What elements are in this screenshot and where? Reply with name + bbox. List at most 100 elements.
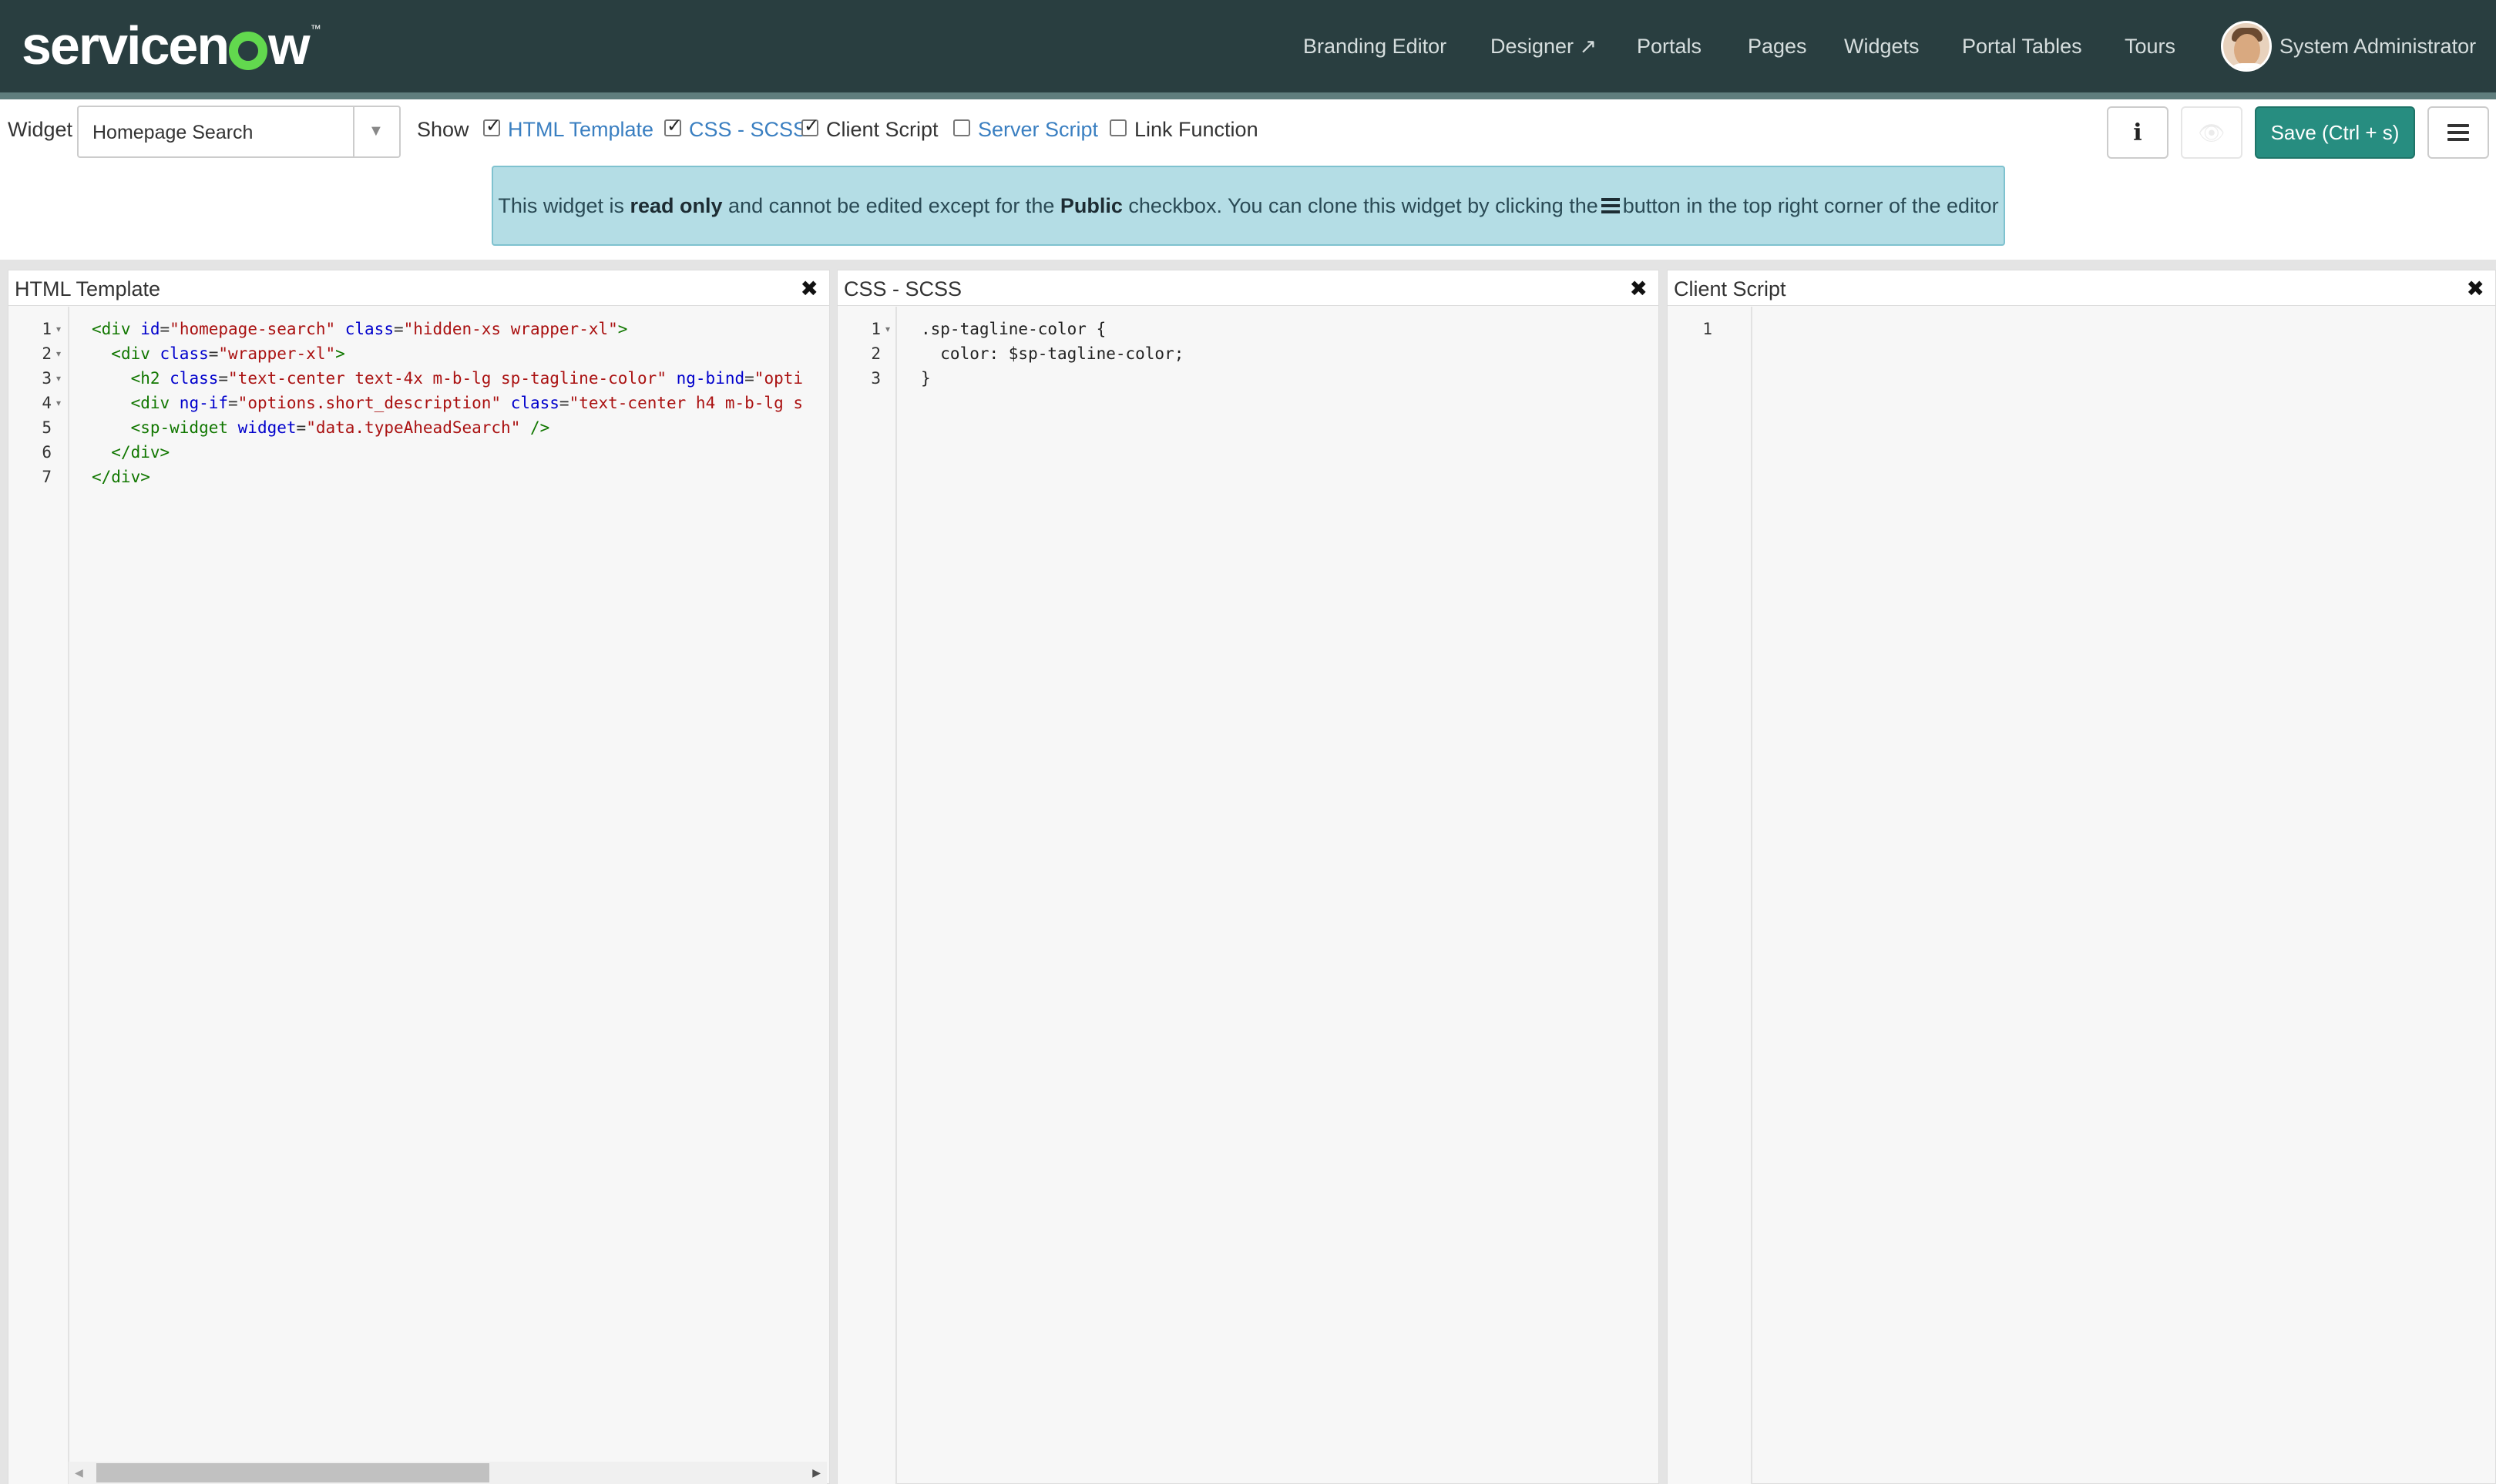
code-string: "options.short_description" bbox=[237, 394, 502, 412]
client-script-pane-title: Client Script bbox=[1674, 277, 1786, 300]
client-script-pane: Client Script ✖ 1 bbox=[1667, 270, 2496, 1484]
alert-bold-public: Public bbox=[1060, 193, 1123, 217]
checkbox-server-script[interactable] bbox=[953, 119, 970, 136]
close-icon[interactable]: ✖ bbox=[801, 275, 818, 303]
css-code-editor[interactable]: .sp-tagline-color { color: $sp-tagline-c… bbox=[921, 317, 1184, 391]
toggle-css-scss-label[interactable]: CSS - SCSS bbox=[689, 116, 807, 143]
code-string: "text-center text-4x m-b-lg sp-tagline-c… bbox=[228, 369, 667, 388]
nav-accent-stripe bbox=[0, 92, 2496, 99]
line-number: 6 bbox=[42, 443, 52, 462]
code-attr: class bbox=[335, 320, 394, 338]
line-number: 3 bbox=[871, 369, 881, 388]
code-string: "text-center h4 m-b-lg s bbox=[569, 394, 803, 412]
widget-selector[interactable]: Homepage Search ▼ bbox=[77, 106, 401, 158]
line-number: 7 bbox=[42, 468, 52, 486]
hamburger-icon bbox=[1601, 198, 1620, 213]
html-template-pane-header: HTML Template ✖ bbox=[8, 270, 829, 306]
code-line: <sp-widget widget="data.typeAheadSearch"… bbox=[92, 415, 803, 440]
html-code-editor[interactable]: <div id="homepage-search" class="hidden-… bbox=[92, 317, 803, 489]
hide-preview-button[interactable]: 👁 bbox=[2181, 106, 2242, 159]
info-button[interactable]: i bbox=[2107, 106, 2168, 159]
code-tag-close: > bbox=[335, 344, 345, 363]
read-only-alert: This widget is read only and cannot be e… bbox=[492, 166, 2005, 246]
line-number: 4 bbox=[42, 394, 52, 412]
css-scss-pane: CSS - SCSS ✖ 1 ▾ 2 3 .sp-tagline-color { co… bbox=[837, 270, 1659, 1484]
close-icon[interactable]: ✖ bbox=[1630, 275, 1648, 303]
code-string: "hidden-xs wrapper-xl" bbox=[403, 320, 618, 338]
editor-menu-button[interactable] bbox=[2427, 106, 2489, 159]
code-tag: <div bbox=[111, 344, 150, 363]
line-number: 5 bbox=[42, 418, 52, 437]
nav-branding-editor[interactable]: Branding Editor bbox=[1303, 31, 1446, 62]
alert-text-4: button in the top right corner of the ed… bbox=[1622, 193, 1999, 217]
widget-selector-value: Homepage Search bbox=[92, 122, 254, 143]
alert-text-1: This widget is bbox=[498, 193, 630, 217]
checkbox-link-function[interactable] bbox=[1110, 119, 1127, 136]
code-attr: class bbox=[160, 369, 219, 388]
code-eq: = bbox=[744, 369, 754, 388]
code-eq: = bbox=[208, 344, 219, 363]
toggle-server-script-label[interactable]: Server Script bbox=[978, 116, 1098, 143]
avatar-shirt bbox=[2226, 63, 2269, 69]
fold-arrow-icon: ▾ bbox=[885, 324, 891, 334]
scroll-left-icon[interactable]: ◀ bbox=[75, 1462, 83, 1484]
code-line: color: $sp-tagline-color; bbox=[921, 344, 1184, 363]
html-template-pane-title: HTML Template bbox=[15, 277, 161, 300]
code-tag: </div> bbox=[111, 443, 170, 462]
line-number: 1 bbox=[871, 320, 881, 338]
alert-text-2: and cannot be edited except for the bbox=[722, 193, 1060, 217]
code-line: </div> bbox=[92, 465, 803, 489]
nav-tours[interactable]: Tours bbox=[2125, 31, 2175, 62]
nav-portals[interactable]: Portals bbox=[1637, 31, 1702, 62]
code-attr: widget bbox=[228, 418, 297, 437]
line-number: 1 bbox=[42, 320, 52, 338]
html-template-pane: HTML Template ✖ 1 ▾ 2 ▾ 3 ▾ 4 ▾ 5 6 7 <div id="hom… bbox=[8, 270, 830, 1484]
user-avatar-icon[interactable] bbox=[2221, 21, 2272, 72]
widget-selector-divider bbox=[353, 107, 354, 156]
logo-text-end: w bbox=[268, 15, 310, 76]
code-attr: ng-if bbox=[170, 394, 229, 412]
code-tag: <sp-widget bbox=[130, 418, 229, 437]
code-eq: = bbox=[218, 369, 229, 388]
checkbox-html-template[interactable] bbox=[483, 115, 501, 137]
user-name[interactable]: System Administrator bbox=[2279, 31, 2476, 62]
show-label: Show bbox=[417, 118, 469, 141]
code-line: <div id="homepage-search" class="hidden-… bbox=[92, 317, 803, 341]
scrollbar-thumb[interactable] bbox=[96, 1463, 489, 1482]
nav-widgets[interactable]: Widgets bbox=[1844, 31, 1920, 62]
css-scss-pane-header: CSS - SCSS ✖ bbox=[838, 270, 1658, 306]
nav-portal-tables[interactable]: Portal Tables bbox=[1962, 31, 2082, 62]
code-eq: = bbox=[228, 394, 238, 412]
code-string: "homepage-search" bbox=[170, 320, 336, 338]
toggle-link-function-label[interactable]: Link Function bbox=[1134, 116, 1258, 143]
html-horizontal-scrollbar[interactable]: ◀ ▶ bbox=[69, 1462, 827, 1484]
save-button-label: Save (Ctrl + s) bbox=[2270, 120, 2400, 144]
servicenow-logo[interactable]: servicen w ™ bbox=[22, 12, 321, 79]
checkbox-css-scss[interactable] bbox=[664, 115, 682, 137]
toggle-client-script-label[interactable]: Client Script bbox=[826, 116, 939, 143]
line-number: 2 bbox=[42, 344, 52, 363]
code-line: <h2 class="text-center text-4x m-b-lg sp… bbox=[92, 366, 803, 391]
scroll-right-icon[interactable]: ▶ bbox=[812, 1462, 821, 1484]
nav-pages[interactable]: Pages bbox=[1748, 31, 1807, 62]
client-script-pane-header: Client Script ✖ bbox=[1668, 270, 2495, 306]
checkbox-client-script[interactable] bbox=[801, 115, 819, 137]
fold-arrow-icon: ▾ bbox=[56, 348, 62, 359]
alert-text-3: checkbox. You can clone this widget by c… bbox=[1122, 193, 1598, 217]
nav-designer[interactable]: Designer ↗ bbox=[1490, 31, 1597, 62]
code-eq: = bbox=[160, 320, 170, 338]
client-line-gutter bbox=[1668, 307, 1752, 1484]
logo-trademark: ™ bbox=[310, 22, 321, 35]
save-button[interactable]: Save (Ctrl + s) bbox=[2255, 106, 2415, 159]
toggle-html-template-label[interactable]: HTML Template bbox=[508, 116, 653, 143]
line-number: 3 bbox=[42, 369, 52, 388]
code-attr: id bbox=[130, 320, 160, 338]
fold-arrow-icon: ▾ bbox=[56, 324, 62, 334]
chevron-down-icon[interactable]: ▼ bbox=[368, 118, 384, 144]
css-line-gutter bbox=[838, 307, 897, 1484]
alert-bold-read-only: read only bbox=[630, 193, 723, 217]
code-attr: class bbox=[149, 344, 209, 363]
close-icon[interactable]: ✖ bbox=[2467, 275, 2484, 303]
logo-text: servicen bbox=[22, 15, 230, 76]
